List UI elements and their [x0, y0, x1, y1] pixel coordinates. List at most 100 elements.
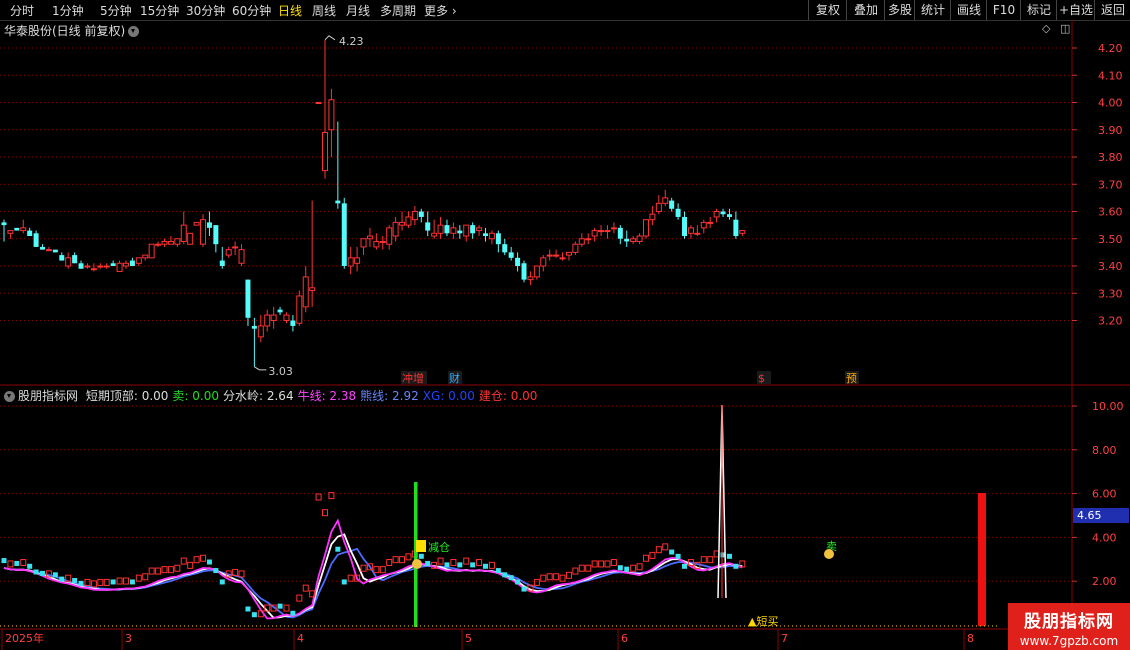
ind-bar	[328, 492, 335, 500]
price-tick-label: 4.20	[1098, 42, 1123, 55]
watermark-title: 股朋指标网	[1024, 612, 1114, 632]
candle-body	[431, 232, 438, 237]
ind-bar	[682, 563, 688, 569]
ind-bar	[521, 586, 527, 592]
candle-body	[296, 295, 303, 324]
indicator-dropdown-icon[interactable]	[4, 391, 15, 402]
low-marker	[254, 366, 267, 371]
candle-body	[610, 227, 617, 230]
candle-body	[72, 255, 78, 264]
ind-bar	[591, 560, 598, 568]
bull-line	[3, 518, 743, 620]
candle-body	[508, 252, 514, 258]
money-bag-icon	[412, 559, 422, 569]
candle-body	[78, 263, 84, 269]
candle-body	[669, 200, 675, 209]
candle-body	[116, 262, 123, 272]
candle-body	[565, 251, 572, 256]
ind-bar	[206, 559, 212, 565]
sell-bag-icon	[824, 549, 834, 559]
ind-bar	[135, 574, 142, 582]
candle-body	[515, 257, 521, 266]
indicator-value-4: 熊线: 2.92	[360, 389, 419, 403]
reduce-label: 减仓	[428, 540, 450, 554]
indicator-legend: 股朋指标网 短期顶部: 0.00 卖: 0.00 分水岭: 2.64 牛线: 2.38…	[4, 387, 545, 404]
candle-body	[675, 208, 681, 217]
candle-body	[161, 240, 168, 245]
candle-body	[232, 246, 239, 249]
ind-bar	[598, 560, 605, 568]
candle-body	[399, 221, 406, 226]
candle-body	[470, 225, 476, 234]
dropdown-circle-icon[interactable]	[128, 26, 140, 37]
candle-body	[495, 233, 501, 245]
ind-bar	[315, 493, 322, 501]
panel-toggle-icon[interactable]: ◫	[1060, 22, 1070, 35]
candle-body	[450, 227, 457, 234]
ind-bar	[103, 578, 110, 586]
candle-body	[655, 202, 662, 212]
ind-bar	[277, 603, 283, 609]
candle-body	[687, 227, 694, 234]
indicator-value-1: 卖: 0.00	[172, 389, 219, 403]
candle-body	[180, 224, 187, 242]
ind-bar	[33, 569, 39, 575]
time-tick-label: 5	[465, 632, 472, 645]
candle-body	[360, 238, 367, 248]
candle-body	[167, 240, 174, 245]
ind-bar	[251, 612, 257, 618]
candle-body	[135, 257, 142, 264]
diamond-icon[interactable]: ◇	[1042, 22, 1050, 35]
candle-body	[309, 287, 316, 292]
candle-body	[354, 257, 361, 264]
stock-title-text: 华泰股份(日线 前复权)	[4, 24, 126, 38]
time-tick-label: 8	[967, 632, 974, 645]
candle-body	[200, 219, 207, 245]
ind-bar	[508, 575, 514, 581]
ind-bar	[302, 584, 309, 592]
indicator-value-2: 分水岭: 2.64	[223, 389, 294, 403]
candle-body	[392, 221, 399, 237]
ind-bar	[624, 566, 630, 572]
candle-body	[20, 227, 27, 232]
candle-body	[270, 314, 277, 321]
candle-body	[578, 238, 585, 245]
candle-body	[103, 265, 110, 268]
time-tick-label: 4	[297, 632, 304, 645]
event-tag-0: 冲增	[402, 371, 424, 385]
candle-body	[45, 249, 52, 252]
chart-controls: ◇ ◫	[1042, 22, 1070, 35]
ind-bar	[444, 562, 450, 568]
ind-bar	[662, 543, 669, 551]
ind-bar	[437, 557, 444, 565]
candle-body	[187, 232, 194, 245]
ind-bar	[418, 553, 424, 559]
candle-body	[591, 230, 598, 237]
ind-bar	[483, 563, 488, 569]
ind-bar	[546, 573, 553, 581]
ind-bar	[200, 554, 207, 562]
candle-body	[206, 222, 212, 228]
ind-bar	[553, 573, 560, 581]
ind-bar	[617, 565, 623, 571]
kline-chart[interactable]: 4.20 4.10 4.00 3.90 3.80 3.70 3.60 3.50 3.40 3.30…	[0, 0, 1130, 650]
ind-bar	[585, 564, 592, 572]
ind-tick-label: 10.00	[1092, 400, 1124, 413]
red-signal-bar	[978, 493, 986, 626]
candle-body	[707, 221, 714, 224]
ind-bar	[148, 567, 155, 575]
ind-bar	[360, 564, 367, 572]
ind-bar	[238, 570, 245, 578]
ind-bar	[97, 578, 104, 586]
watermark-url: www.7gpzb.com	[1019, 634, 1119, 648]
watermark: 股朋指标网 www.7gpzb.com	[1008, 603, 1130, 650]
candle-body	[347, 257, 354, 267]
candle-body	[110, 263, 116, 266]
candle-body	[33, 233, 39, 247]
candle-body	[251, 325, 257, 329]
event-tag-2: $	[758, 372, 765, 385]
ind-tick-label: 4.00	[1092, 531, 1117, 544]
ind-bar	[14, 560, 20, 566]
indicator-value-5: XG: 0.00	[422, 389, 475, 403]
ind-bar	[655, 546, 662, 554]
